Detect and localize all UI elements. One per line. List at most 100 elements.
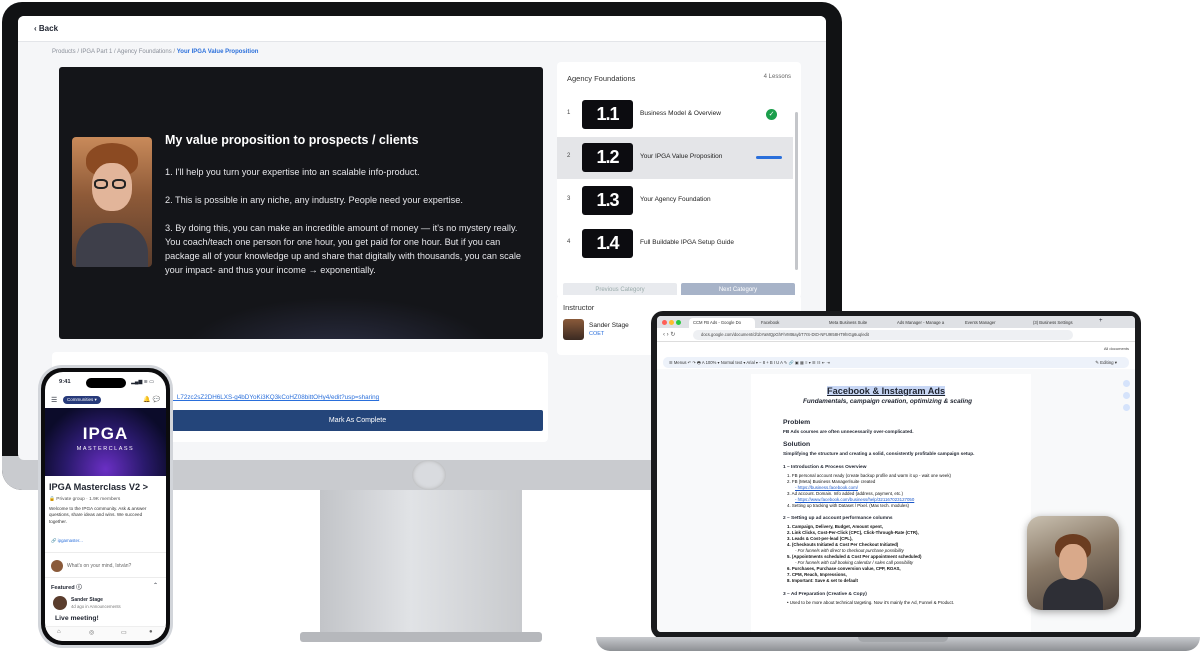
doc-title: Facebook & Instagram Ads	[827, 386, 946, 396]
video-glow	[179, 297, 499, 339]
instructor-role: COET	[589, 331, 605, 337]
close-window-icon[interactable]	[662, 320, 667, 325]
user-avatar	[51, 560, 63, 572]
home-tab-icon[interactable]: ⌂	[57, 629, 61, 635]
all-documents-link[interactable]: All documents	[1104, 346, 1129, 351]
doc-list-item: 5. (Appointments scheduled & Cost Per ap…	[787, 554, 922, 559]
doc-section-3: 3 – Ad Preparation (Creative & Copy)	[783, 592, 867, 597]
lesson-count: 4 Lessons	[763, 74, 791, 80]
instructor-heading: Instructor	[563, 303, 595, 312]
lesson-number: 3	[567, 196, 571, 202]
browser-tab[interactable]: Meta Business Suite	[825, 318, 891, 328]
doc-list-item: 2. FB (Meta) Business Manager/suite crea…	[787, 479, 876, 484]
doc-list-item: 4. Setting up tracking with Dataset / Pi…	[787, 503, 910, 508]
doc-problem-text: FB Ads courses are often unnecessarily o…	[783, 429, 914, 434]
communities-dropdown[interactable]: Communities ▾	[63, 396, 101, 404]
group-title[interactable]: IPGA Masterclass V2 >	[49, 482, 148, 492]
doc-heading-solution: Solution	[783, 441, 811, 448]
bell-chat-icons[interactable]: 🔔 💬	[143, 396, 160, 403]
resource-link[interactable]: l_L72zc2sZ2DH6LXS-g4bDYoKi3KQ3kCoHZ08bit…	[172, 394, 379, 401]
back-forward-reload-icons[interactable]: ‹ › ↻	[663, 331, 675, 338]
menu-icon[interactable]: ☰	[51, 396, 57, 404]
instructor-avatar	[563, 319, 584, 340]
presenter-portrait	[72, 137, 152, 267]
post-author[interactable]: Sander Stage	[71, 597, 103, 603]
cover-subtitle: MASTERCLASS	[76, 446, 135, 452]
address-bar[interactable]: docs.google.com/document/d/1bYaMQpGhFiVM…	[693, 330, 1073, 340]
monitor-stand	[320, 490, 522, 640]
doc-list-item: 2. Link Clicks, Cost-Per-Click (CPC), Cl…	[787, 530, 919, 535]
video-point-3: 3. By doing this, you can make an incred…	[165, 223, 521, 275]
doc-list-item: 4. (Checkouts Initiated & Cost Per Check…	[787, 542, 899, 547]
courses-tab-icon[interactable]: ▭	[121, 629, 127, 636]
video-point-1: 1. I'll help you turn your expertise int…	[165, 167, 420, 177]
lessons-scrollbar[interactable]	[795, 112, 798, 270]
groups-tab-icon[interactable]: ◎	[89, 629, 94, 636]
emoji-reaction-icon[interactable]	[1123, 392, 1130, 399]
top-bar: ‹ Back	[18, 16, 826, 42]
browser-tab[interactable]: Facebook	[757, 318, 823, 328]
lessons-panel: Agency Foundations 4 Lessons 1 1.1 Busin…	[557, 62, 801, 298]
dynamic-island	[86, 378, 126, 388]
lesson-number: 1	[567, 110, 571, 116]
app-nav: ☰ Communities ▾ 🔔 💬	[45, 392, 166, 408]
doc-list-item: 8. Important: Save & set to default	[787, 578, 858, 583]
maximize-window-icon[interactable]	[676, 320, 681, 325]
lesson-item[interactable]: 1 1.1 Business Model & Overview ✓	[557, 94, 793, 136]
browser-tab[interactable]: Ads Manager - Manage a	[893, 318, 959, 328]
doc-subtitle: Fundamentals, campaign creation, optimiz…	[803, 398, 973, 405]
compose-post-input[interactable]: What's on your mind, István?	[67, 563, 131, 569]
editing-mode-dropdown[interactable]: ✎ Editing ▾	[1095, 357, 1117, 368]
doc-link[interactable]: - https://business.facebook.com/	[795, 485, 858, 491]
doc-list-item: 6. Purchases, Purchase conversion value,…	[787, 566, 901, 571]
webcam-overlay[interactable]	[1027, 516, 1119, 610]
lesson-video[interactable]: My value proposition to prospects / clie…	[59, 67, 543, 339]
cover-title: IPGA	[82, 424, 129, 443]
doc-list-note: - For funnels with call booking calendar…	[795, 560, 914, 565]
lesson-thumbnail: 1.1	[582, 100, 633, 129]
address-bar-row: ‹ › ↻ docs.google.com/document/d/1bYaMQp…	[657, 328, 1135, 342]
phone-bezel: 9:41 ▂▄▆ ≋ ▭ ☰ Communities ▾ 🔔 💬 IPGA MA…	[41, 368, 170, 645]
breadcrumb: Products / IPGA Part 1 / Agency Foundati…	[52, 49, 258, 55]
new-tab-icon[interactable]: +	[1099, 318, 1103, 324]
suggest-edit-icon[interactable]	[1123, 404, 1130, 411]
browser-tab[interactable]: Events Manager	[961, 318, 1027, 328]
browser-tab[interactable]: CCM FB Ads - Google Do	[689, 318, 755, 328]
breadcrumb-current: Your IPGA Value Proposition	[176, 49, 259, 55]
browser-tab-strip: CCM FB Ads - Google Do Facebook Meta Bus…	[657, 316, 1135, 328]
lesson-thumbnail: 1.4	[582, 229, 633, 258]
doc-list-item: 1. FB personal account ready (create bac…	[787, 473, 951, 478]
doc-list-item: 1. Campaign, Delivery, Budget, Amount sp…	[787, 524, 883, 529]
instructor-name[interactable]: Sander Stage	[589, 322, 629, 329]
doc-list-item: • Used to be more about technical target…	[787, 600, 955, 605]
lesson-item[interactable]: 4 1.4 Full Buildable IPGA Setup Guide	[557, 223, 793, 265]
chevron-up-icon[interactable]: ⌃	[153, 582, 158, 589]
video-title: My value proposition to prospects / clie…	[165, 133, 419, 147]
lesson-thumbnail: 1.3	[582, 186, 633, 215]
browser-tab[interactable]: (3) Business Settings	[1029, 318, 1095, 328]
profile-tab-icon[interactable]: ●	[149, 629, 153, 635]
minimize-window-icon[interactable]	[669, 320, 674, 325]
divider	[45, 552, 166, 553]
post-meta: 4d ago in Announcements	[71, 604, 121, 609]
group-cover: IPGA MASTERCLASS	[45, 408, 166, 476]
back-button[interactable]: ‹ Back	[34, 24, 58, 33]
phone-screen: 9:41 ▂▄▆ ≋ ▭ ☰ Communities ▾ 🔔 💬 IPGA MA…	[45, 372, 166, 641]
group-meta: 🔒 Private group · 1.9K members	[49, 497, 121, 502]
mark-complete-button[interactable]: Mark As Complete	[172, 410, 543, 431]
lesson-item[interactable]: 3 1.3 Your Agency Foundation	[557, 180, 793, 222]
docs-toolbar[interactable]: ☰ Menus ↶ ↷ 🖶 A 100% ▾ Normal text ▾ Ari…	[663, 357, 1129, 368]
doc-list-item: 3. Leads & Cost-per-lead (CPL),	[787, 536, 853, 541]
breadcrumb-path[interactable]: Products / IPGA Part 1 / Agency Foundati…	[52, 49, 175, 55]
bottom-tab-bar: ⌂ ◎ ▭ ●	[45, 626, 166, 641]
group-link-chip[interactable]: 🔗 ipgamaster...	[51, 538, 83, 544]
document-page[interactable]: Facebook & Instagram Ads Fundamentals, c…	[751, 374, 1130, 632]
post-title[interactable]: Live meeting!	[55, 615, 99, 622]
add-comment-icon[interactable]	[1123, 380, 1130, 387]
back-label: Back	[38, 24, 59, 33]
doc-link[interactable]: - https://www.facebook.com/business/help…	[795, 497, 914, 503]
lesson-item-active[interactable]: 2 1.2 Your IPGA Value Proposition	[557, 137, 793, 179]
doc-section-1: 1 – Introduction & Process Overview	[783, 465, 867, 470]
lesson-number: 4	[567, 239, 571, 245]
status-time: 9:41	[59, 379, 71, 385]
